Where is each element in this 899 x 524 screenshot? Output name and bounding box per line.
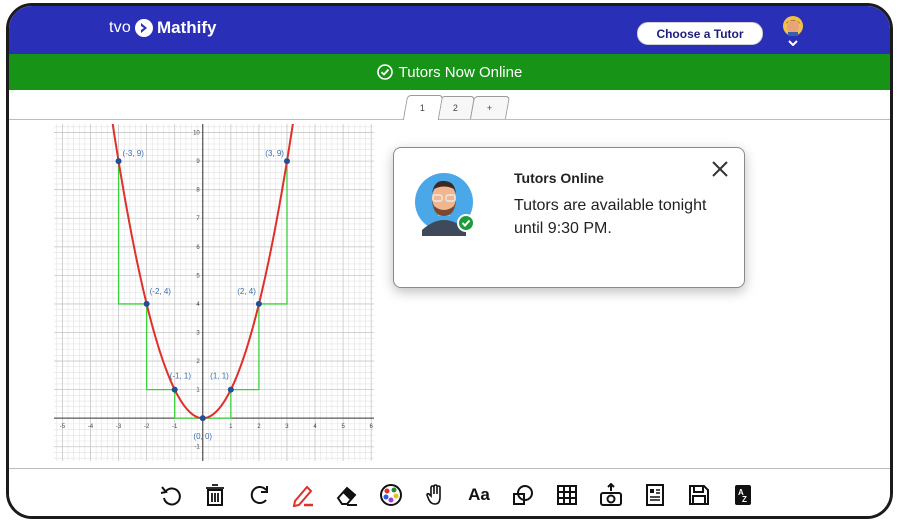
point-label: (0, 0) bbox=[193, 432, 212, 441]
brand-logo[interactable]: tvo Mathify bbox=[109, 18, 216, 38]
choose-tutor-button[interactable]: Choose a Tutor bbox=[637, 22, 763, 45]
banner-text: Tutors Now Online bbox=[398, 63, 523, 81]
redo-button[interactable] bbox=[245, 481, 273, 509]
x-tick-label: 4 bbox=[313, 424, 317, 430]
clear-button[interactable] bbox=[201, 481, 229, 509]
color-palette-icon bbox=[380, 484, 402, 506]
y-tick-label: 7 bbox=[196, 216, 200, 222]
pencil-icon bbox=[292, 485, 313, 507]
x-tick-label: 6 bbox=[370, 424, 374, 430]
y-tick-label: 5 bbox=[196, 273, 200, 279]
save-button[interactable] bbox=[685, 481, 713, 509]
worksheet-icon bbox=[646, 484, 664, 506]
data-point bbox=[255, 300, 262, 307]
y-tick-label: 4 bbox=[196, 302, 200, 308]
data-point bbox=[171, 386, 178, 393]
data-point bbox=[227, 386, 234, 393]
parabola-graph[interactable]: -5 -4 -3 -2 -1 1 2 3 4 5 6 -1 1 2 3 4 5 6 7 8 9 10 (-3, 9) (3, … bbox=[54, 116, 374, 461]
undo-button[interactable] bbox=[157, 481, 185, 509]
user-avatar-menu[interactable] bbox=[779, 14, 807, 47]
x-tick-label: -3 bbox=[116, 424, 122, 430]
graph-canvas: -5 -4 -3 -2 -1 1 2 3 4 5 6 -1 1 2 3 4 5 6 7 8 9 10 (-3, 9) (3, … bbox=[54, 116, 374, 461]
sort-button[interactable]: AZ bbox=[729, 481, 757, 509]
sort-az-icon: AZ bbox=[735, 485, 751, 505]
y-tick-label: 6 bbox=[196, 245, 200, 251]
tutors-online-banner: Tutors Now Online bbox=[9, 54, 890, 90]
image-upload-button[interactable] bbox=[597, 481, 625, 509]
shapes-icon bbox=[513, 485, 533, 505]
bottom-toolbar: Aa AZ bbox=[9, 468, 890, 516]
y-tick-label: 10 bbox=[193, 131, 200, 137]
text-tool-label: Aa bbox=[468, 485, 490, 504]
app-frame: tvo Mathify Choose a Tutor Tutors Now On… bbox=[6, 3, 893, 519]
point-label: (-2, 4) bbox=[150, 287, 172, 296]
undo-icon bbox=[160, 486, 181, 506]
redo-icon bbox=[250, 486, 268, 504]
color-picker-button[interactable] bbox=[377, 481, 405, 509]
top-navigation-bar: tvo Mathify Choose a Tutor bbox=[9, 6, 890, 54]
data-point bbox=[115, 158, 122, 165]
x-tick-label: -2 bbox=[144, 424, 150, 430]
x-tick-label: -5 bbox=[60, 424, 66, 430]
popup-title: Tutors Online bbox=[514, 170, 604, 186]
eraser-button[interactable] bbox=[333, 481, 361, 509]
point-label: (-1, 1) bbox=[170, 372, 192, 381]
tutor-avatar-icon bbox=[415, 173, 475, 236]
x-tick-label: 3 bbox=[285, 424, 289, 430]
tab-page-2[interactable]: 2 bbox=[436, 96, 476, 119]
x-tick-label: -4 bbox=[88, 424, 94, 430]
page-tabs-bar: 1 2 + bbox=[9, 90, 890, 120]
shapes-button[interactable] bbox=[509, 481, 537, 509]
brand-arrow-icon bbox=[134, 19, 153, 37]
tab-add-page[interactable]: + bbox=[469, 96, 511, 119]
pan-tool-button[interactable] bbox=[421, 481, 449, 509]
y-tick-label: 3 bbox=[196, 330, 200, 336]
grid-table-icon bbox=[557, 485, 577, 505]
point-label: (1, 1) bbox=[210, 372, 229, 381]
brand-prefix: tvo bbox=[109, 19, 131, 36]
save-icon bbox=[689, 485, 709, 505]
y-tick-label: 1 bbox=[196, 388, 200, 394]
x-tick-label: 2 bbox=[257, 424, 261, 430]
data-point bbox=[283, 158, 290, 165]
point-label: (2, 4) bbox=[237, 287, 256, 296]
tab-page-1[interactable]: 1 bbox=[402, 95, 444, 120]
x-tick-label: 1 bbox=[229, 424, 233, 430]
hand-pan-icon bbox=[426, 484, 441, 505]
popup-message: Tutors are available tonight until 9:30 … bbox=[514, 197, 707, 237]
avatar-icon bbox=[783, 16, 803, 47]
app-name: Mathify bbox=[156, 18, 217, 37]
table-grid-button[interactable] bbox=[553, 481, 581, 509]
check-circle-icon bbox=[376, 64, 393, 80]
data-point bbox=[199, 415, 206, 422]
x-tick-label: -1 bbox=[172, 424, 178, 430]
text-tool-button[interactable]: Aa bbox=[465, 481, 493, 509]
point-label: (3, 9) bbox=[265, 149, 284, 158]
data-point bbox=[143, 300, 150, 307]
tutors-online-popup: Tutors Online Tutors are available tonig… bbox=[393, 147, 745, 288]
y-tick-label: 9 bbox=[196, 159, 200, 165]
eraser-icon bbox=[336, 486, 357, 506]
y-tick-label: -1 bbox=[194, 445, 200, 451]
x-tick-label: 5 bbox=[341, 424, 345, 430]
close-icon[interactable] bbox=[710, 159, 730, 179]
worksheet-button[interactable] bbox=[641, 481, 669, 509]
pen-tool-button[interactable] bbox=[289, 481, 317, 509]
camera-upload-icon bbox=[600, 483, 622, 506]
y-tick-label: 2 bbox=[196, 359, 200, 365]
trash-icon bbox=[206, 484, 224, 506]
point-label: (-3, 9) bbox=[123, 149, 145, 158]
svg-text:Z: Z bbox=[742, 495, 747, 504]
y-tick-label: 8 bbox=[196, 188, 200, 194]
